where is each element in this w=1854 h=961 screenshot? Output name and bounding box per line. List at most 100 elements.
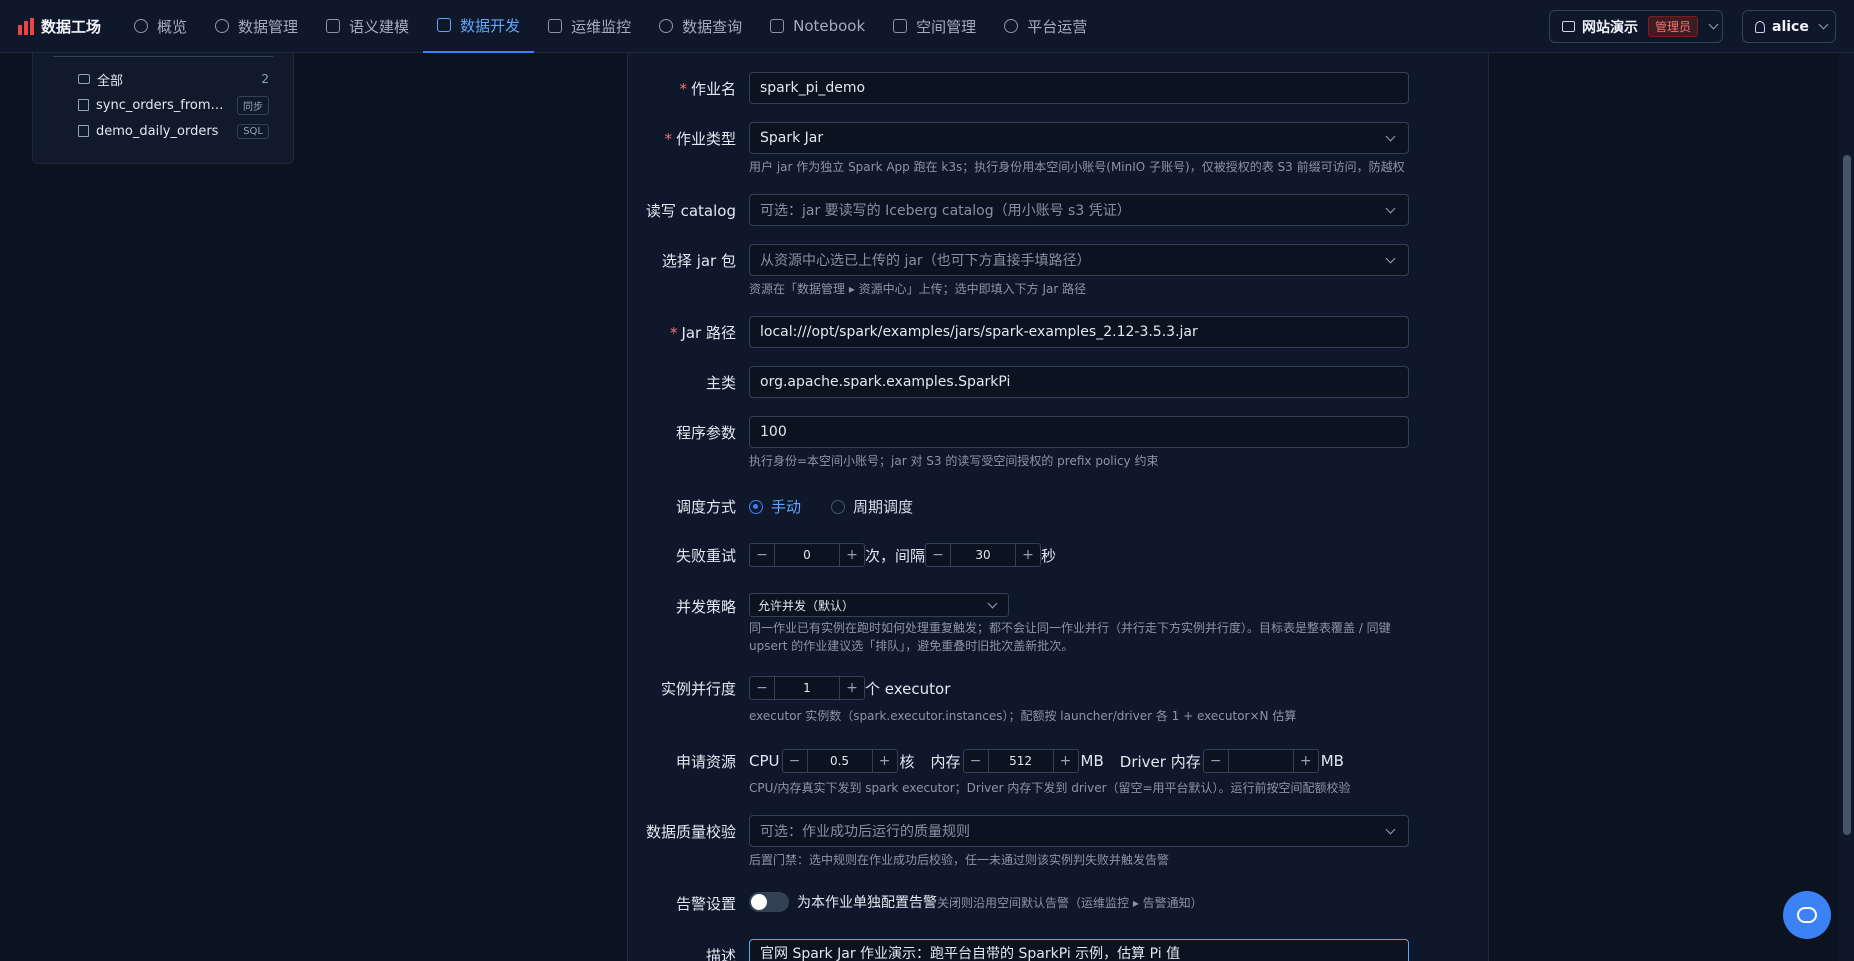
tree-item-label: 全部 bbox=[97, 73, 124, 89]
nav-label: 数据管理 bbox=[238, 17, 299, 36]
nav-item-notebook[interactable]: Notebook bbox=[756, 0, 879, 53]
jar-select[interactable]: 从资源中心选已上传的 jar（也可下方直接手填路径） bbox=[749, 244, 1409, 276]
driver-mem-stepper[interactable]: − + bbox=[1202, 749, 1319, 773]
nav-label: 概览 bbox=[157, 17, 188, 36]
concurrency-select[interactable]: 允许并发（默认） bbox=[749, 593, 1009, 617]
parallelism-unit: 个 executor bbox=[865, 679, 951, 698]
resources-label: 申请资源 bbox=[675, 753, 736, 771]
jar-select-hint: 资源在「数据管理 ▸ 资源中心」上传；选中即填入下方 Jar 路径 bbox=[749, 282, 1087, 296]
jar-path-label: * Jar 路径 bbox=[669, 324, 736, 342]
alert-label: 告警设置 bbox=[675, 895, 736, 913]
scrollbar-thumb[interactable] bbox=[1843, 155, 1851, 835]
user-menu[interactable]: alice bbox=[1742, 10, 1836, 43]
job-form-panel: * 作业名 spark_pi_demo * 作业类型 Spark Jar 用户 ja… bbox=[627, 53, 1489, 961]
tree-item-all[interactable]: 全部 2 bbox=[78, 68, 269, 90]
box-icon bbox=[78, 74, 90, 84]
chat-button[interactable] bbox=[1783, 891, 1831, 939]
alert-toggle[interactable] bbox=[749, 892, 789, 912]
radio-periodic[interactable]: 周期调度 bbox=[831, 496, 913, 517]
code-file-icon bbox=[437, 18, 452, 32]
chevron-down-icon bbox=[1385, 253, 1396, 263]
gear-icon bbox=[1004, 19, 1019, 33]
quality-label: 数据质量校验 bbox=[645, 823, 736, 841]
schedule-label: 调度方式 bbox=[675, 498, 736, 516]
job-type-select[interactable]: Spark Jar bbox=[749, 122, 1409, 154]
tree-item-label: demo_daily_orders bbox=[96, 123, 219, 139]
mem-stepper[interactable]: −512 + bbox=[962, 749, 1079, 773]
driver-mem-label: Driver 内存 bbox=[1119, 752, 1201, 771]
tree-item-demo-daily-orders[interactable]: demo_daily_orders SQL bbox=[78, 120, 269, 142]
concurrency-hint-1: 同一作业已有实例在跑时如何处理重复触发；都不会让同一作业并行（并行走下方实例并行… bbox=[749, 621, 1391, 635]
search-icon bbox=[659, 19, 674, 33]
concurrency-label: 并发策略 bbox=[675, 598, 736, 616]
radio-manual[interactable]: 手动 bbox=[749, 496, 801, 517]
driver-mem-unit: MB bbox=[1320, 752, 1344, 770]
job-name-input[interactable]: spark_pi_demo bbox=[749, 72, 1409, 104]
alert-hint: 关闭则沿用空间默认告警（运维监控 ▸ 告警通知） bbox=[937, 895, 1203, 910]
nav-label: Notebook bbox=[793, 17, 866, 35]
user-name: alice bbox=[1772, 18, 1809, 35]
building-icon bbox=[893, 19, 908, 33]
cpu-label: CPU bbox=[749, 752, 780, 770]
job-type-label: * 作业类型 bbox=[664, 130, 736, 148]
nav-label: 数据开发 bbox=[460, 16, 521, 35]
brand-name: 数据工场 bbox=[41, 17, 102, 36]
database-icon bbox=[215, 19, 230, 33]
chevron-down-icon bbox=[1818, 19, 1829, 30]
nav-label: 空间管理 bbox=[916, 17, 977, 36]
retry-interval-unit: 秒 bbox=[1041, 546, 1057, 565]
nav-item-ops-monitoring[interactable]: 运维监控 bbox=[534, 0, 645, 53]
nav-item-semantic-modeling[interactable]: 语义建模 bbox=[312, 0, 423, 53]
quality-hint: 后置门禁：选中规则在作业成功后校验，任一未通过则该实例判失败并触发告警 bbox=[749, 853, 1170, 867]
description-textarea[interactable]: 官网 Spark Jar 作业演示：跑平台自带的 SparkPi 示例，估算 P… bbox=[749, 939, 1409, 961]
file-icon bbox=[78, 125, 89, 137]
retry-times-unit: 次，间隔 bbox=[865, 546, 926, 565]
workspace-switcher[interactable]: 网站演示 管理员 bbox=[1549, 10, 1723, 43]
retry-times-stepper[interactable]: −0 + bbox=[749, 543, 865, 567]
chevron-down-icon bbox=[1385, 131, 1396, 141]
tree-item-tag: SQL bbox=[237, 123, 269, 139]
nav-item-data-development[interactable]: 数据开发 bbox=[423, 0, 535, 53]
catalog-label: 读写 catalog bbox=[645, 202, 736, 220]
chevron-down-icon bbox=[1385, 824, 1396, 834]
nav-label: 运维监控 bbox=[571, 17, 632, 36]
nav-item-data-query[interactable]: 数据查询 bbox=[645, 0, 756, 53]
job-name-label: * 作业名 bbox=[679, 80, 736, 98]
tree-item-label: sync_orders_from_pg bbox=[96, 97, 228, 113]
file-icon bbox=[78, 99, 89, 111]
parallelism-stepper[interactable]: −1 + bbox=[749, 676, 865, 700]
nav-item-overview[interactable]: 概览 bbox=[120, 0, 201, 53]
main-class-input[interactable]: org.apache.spark.examples.SparkPi bbox=[749, 366, 1409, 398]
job-type-hint: 用户 jar 作为独立 Spark App 跑在 k3s；执行身份用本空间小账号… bbox=[749, 160, 1405, 174]
brand[interactable]: 数据工场 bbox=[0, 16, 120, 37]
mem-unit: MB bbox=[1080, 752, 1104, 770]
main-nav: 概览 数据管理 语义建模 数据开发 运维监控 数据查询 Notebook 空间管… bbox=[120, 0, 1101, 53]
nav-item-platform-ops[interactable]: 平台运营 bbox=[990, 0, 1101, 53]
chevron-down-icon bbox=[1708, 19, 1719, 30]
role-badge: 管理员 bbox=[1648, 16, 1699, 37]
chat-bubble-icon bbox=[1797, 907, 1817, 923]
jar-path-input[interactable]: local:///opt/spark/examples/jars/spark-e… bbox=[749, 316, 1409, 348]
chevron-down-icon bbox=[987, 598, 998, 608]
nav-item-space-management[interactable]: 空间管理 bbox=[879, 0, 990, 53]
main-class-label: 主类 bbox=[705, 374, 736, 392]
alert-toggle-label: 为本作业单独配置告警 bbox=[797, 895, 937, 911]
concurrency-hint-2: upsert 的作业建议选「排队」，避免重叠时旧批次盖新批次。 bbox=[749, 639, 1074, 653]
job-tree-panel: 全部 2 sync_orders_from_pg 同步 demo_daily_o… bbox=[32, 53, 294, 164]
nav-item-data-management[interactable]: 数据管理 bbox=[201, 0, 312, 53]
gauge-icon bbox=[134, 19, 148, 33]
cpu-unit: 核 bbox=[899, 752, 915, 771]
jar-select-label: 选择 jar 包 bbox=[661, 252, 736, 270]
args-input[interactable]: 100 bbox=[749, 416, 1409, 448]
folder-icon bbox=[1562, 21, 1575, 32]
args-label: 程序参数 bbox=[675, 424, 736, 442]
cpu-stepper[interactable]: −0.5 + bbox=[781, 749, 898, 773]
factory-logo-icon bbox=[18, 17, 35, 35]
catalog-select[interactable]: 可选：jar 要读写的 Iceberg catalog（用小账号 s3 凭证） bbox=[749, 194, 1409, 226]
tree-item-sync-orders[interactable]: sync_orders_from_pg 同步 bbox=[78, 94, 269, 116]
nav-label: 平台运营 bbox=[1027, 17, 1088, 36]
chevron-down-icon bbox=[1385, 203, 1396, 213]
retry-interval-stepper[interactable]: −30 + bbox=[925, 543, 1042, 567]
description-label: 描述 bbox=[705, 947, 736, 961]
quality-rule-select[interactable]: 可选：作业成功后运行的质量规则 bbox=[749, 815, 1409, 847]
